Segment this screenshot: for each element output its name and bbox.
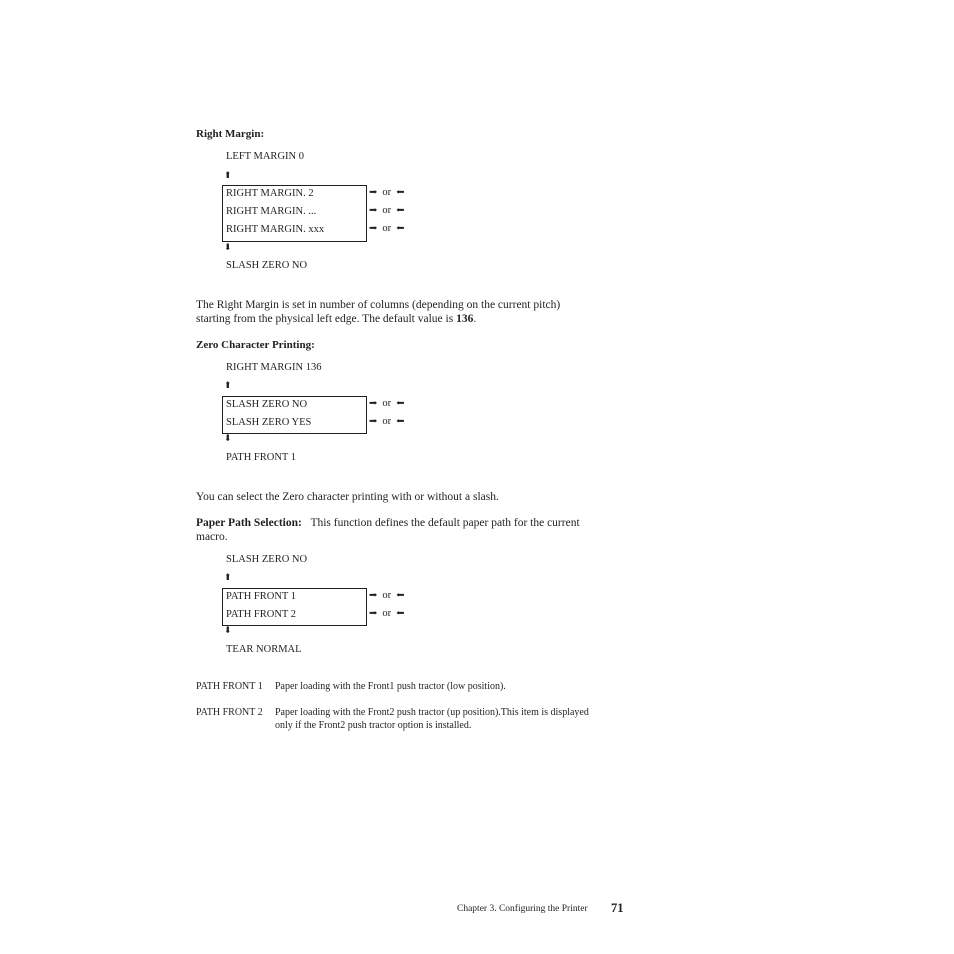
section-heading-right-margin: Right Margin: — [196, 128, 265, 140]
right-arrow-icon: ➡ — [369, 224, 378, 233]
menu-option: RIGHT MARGIN. xxx — [226, 224, 325, 235]
menu-option: SLASH ZERO YES — [226, 417, 312, 428]
left-arrow-icon: ⬅ — [396, 591, 405, 600]
menu-prev-item: SLASH ZERO NO — [226, 554, 308, 565]
definition-term: PATH FRONT 1 — [196, 681, 263, 692]
right-arrow-icon: ➡ — [369, 206, 378, 215]
or-label: or — [382, 416, 392, 427]
intro-line: This function defines the default paper … — [310, 517, 580, 529]
or-label: or — [382, 608, 392, 619]
right-arrow-icon: ➡ — [369, 591, 378, 600]
or-label: or — [382, 398, 392, 409]
punctuation: . — [473, 313, 477, 325]
description-line: The Right Margin is set in number of col… — [196, 299, 561, 311]
chapter-footer: Chapter 3. Configuring the Printer — [457, 904, 588, 914]
menu-option: SLASH ZERO NO — [226, 399, 308, 410]
menu-option: PATH FRONT 1 — [226, 591, 297, 602]
nav-hint: ➡ or ⬅ — [369, 608, 405, 619]
left-arrow-icon: ⬅ — [396, 206, 405, 215]
or-label: or — [382, 187, 392, 198]
nav-hint: ➡ or ⬅ — [369, 223, 405, 234]
down-arrow-icon: ⬇ — [224, 433, 232, 443]
menu-option: RIGHT MARGIN. ... — [226, 206, 317, 217]
zero-char-description: You can select the Zero character printi… — [196, 491, 499, 503]
menu-next-item: SLASH ZERO NO — [226, 260, 308, 271]
nav-hint: ➡ or ⬅ — [369, 416, 405, 427]
or-label: or — [382, 223, 392, 234]
paper-path-intro: Paper Path Selection: This function defi… — [196, 516, 636, 544]
definition-list: PATH FRONT 1 Paper loading with the Fron… — [196, 680, 616, 740]
or-label: or — [382, 205, 392, 216]
menu-next-item: PATH FRONT 1 — [226, 452, 297, 463]
right-arrow-icon: ➡ — [369, 399, 378, 408]
left-arrow-icon: ⬅ — [396, 609, 405, 618]
intro-line: macro. — [196, 531, 228, 543]
menu-prev-item: LEFT MARGIN 0 — [226, 151, 304, 162]
description-line: starting from the physical left edge. Th… — [196, 313, 457, 325]
default-value: 136 — [456, 313, 474, 325]
right-arrow-icon: ➡ — [369, 188, 378, 197]
right-arrow-icon: ➡ — [369, 417, 378, 426]
down-arrow-icon: ⬇ — [224, 242, 232, 252]
or-label: or — [382, 590, 392, 601]
section-heading-paper-path: Paper Path Selection: — [196, 517, 302, 529]
right-arrow-icon: ➡ — [369, 609, 378, 618]
menu-options-box: SLASH ZERO NO SLASH ZERO YES — [222, 396, 367, 434]
up-arrow-icon: ⬆ — [224, 170, 232, 180]
left-arrow-icon: ⬅ — [396, 224, 405, 233]
definition-term: PATH FRONT 2 — [196, 707, 263, 718]
nav-hint: ➡ or ⬅ — [369, 398, 405, 409]
left-arrow-icon: ⬅ — [396, 417, 405, 426]
menu-option: RIGHT MARGIN. 2 — [226, 188, 314, 199]
menu-options-box: RIGHT MARGIN. 2 RIGHT MARGIN. ... RIGHT … — [222, 185, 367, 242]
down-arrow-icon: ⬇ — [224, 625, 232, 635]
definition-description: Paper loading with the Front2 push tract… — [275, 707, 589, 731]
section-heading-zero-char: Zero Character Printing: — [196, 339, 315, 351]
nav-hint: ➡ or ⬅ — [369, 205, 405, 216]
up-arrow-icon: ⬆ — [224, 572, 232, 582]
left-arrow-icon: ⬅ — [396, 399, 405, 408]
menu-option: PATH FRONT 2 — [226, 609, 297, 620]
right-margin-description: The Right Margin is set in number of col… — [196, 298, 636, 326]
nav-hint: ➡ or ⬅ — [369, 590, 405, 601]
left-arrow-icon: ⬅ — [396, 188, 405, 197]
menu-prev-item: RIGHT MARGIN 136 — [226, 362, 322, 373]
menu-options-box: PATH FRONT 1 PATH FRONT 2 — [222, 588, 367, 626]
page-number: 71 — [611, 901, 624, 915]
definition-description: Paper loading with the Front1 push tract… — [275, 681, 506, 692]
menu-next-item: TEAR NORMAL — [226, 644, 302, 655]
nav-hint: ➡ or ⬅ — [369, 187, 405, 198]
up-arrow-icon: ⬆ — [224, 380, 232, 390]
